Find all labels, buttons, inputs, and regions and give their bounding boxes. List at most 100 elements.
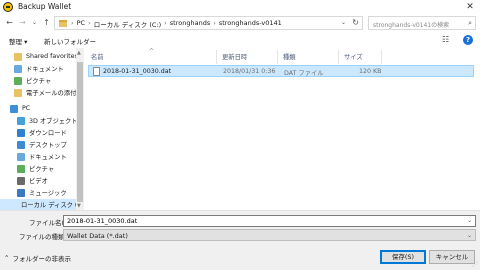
column-header-size[interactable]: サイズ <box>344 52 363 61</box>
file-date: 2018/01/31 0:36 <box>223 68 276 75</box>
column-header-date[interactable]: 更新日時 <box>222 52 247 61</box>
nav-item-pictures[interactable]: ピクチャ <box>14 75 51 86</box>
app-icon <box>3 2 13 12</box>
file-type: DAT ファイル <box>284 70 324 77</box>
videos-icon <box>17 176 25 185</box>
pictures-icon <box>17 164 25 173</box>
search-placeholder: stronghands-v0141の検索 <box>373 22 450 29</box>
nav-item-mail-attachments[interactable]: 電子メールの添付 <box>14 87 76 98</box>
music-icon <box>17 188 25 197</box>
back-arrow-icon[interactable]: ← <box>4 17 15 29</box>
recent-locations-icon[interactable]: ⌄ <box>29 17 40 29</box>
forward-arrow-icon[interactable]: → <box>17 17 28 29</box>
documents-icon <box>14 64 22 73</box>
filetype-value: Wallet Data (*.dat) <box>67 232 128 240</box>
breadcrumb-local-disk[interactable]: ローカル ディスク (C:) <box>94 19 161 29</box>
nav-item-label: ダウンロード <box>29 130 67 137</box>
nav-item-label: デスクトップ <box>29 142 67 149</box>
breadcrumb-stronghands[interactable]: stronghands <box>170 19 210 29</box>
breadcrumb: › PC › ローカル ディスク (C:) › stronghands › st… <box>71 19 282 29</box>
pictures-icon <box>14 76 22 85</box>
view-options-icon[interactable]: ☷ <box>442 35 449 44</box>
nav-item-local-disk[interactable]: ローカル ディスク (C <box>0 199 82 210</box>
desktop-icon <box>17 140 25 149</box>
nav-item-label: ドキュメント <box>29 154 67 161</box>
breadcrumb-pc[interactable]: PC <box>77 19 85 29</box>
nav-scrollbar-thumb[interactable] <box>77 62 83 202</box>
new-folder-button[interactable]: 新しいフォルダー <box>44 36 96 46</box>
file-icon <box>93 67 100 76</box>
downloads-icon <box>17 128 25 137</box>
hide-folders-label: フォルダーの非表示 <box>12 255 71 263</box>
nav-item-desktop[interactable]: デスクトップ <box>17 139 67 150</box>
3d-objects-icon <box>17 116 25 125</box>
column-divider[interactable] <box>277 50 278 64</box>
sort-ascending-icon: ^ <box>149 48 155 55</box>
chevron-up-icon: ⌃ <box>4 254 10 262</box>
filename-input[interactable] <box>63 215 476 227</box>
breadcrumb-separator: › <box>164 19 167 27</box>
nav-item-label: PC <box>22 105 31 112</box>
nav-item-documents[interactable]: ドキュメント <box>14 63 64 74</box>
mail-attachment-icon <box>14 88 22 97</box>
file-name: 2018-01-31_0030.dat <box>103 68 172 75</box>
nav-item-videos[interactable]: ビデオ <box>17 175 48 186</box>
search-icon: ⌕ <box>468 19 472 27</box>
address-box[interactable]: › PC › ローカル ディスク (C:) › stronghands › st… <box>54 16 363 30</box>
title-bar: Backup Wallet ✕ <box>0 0 480 14</box>
nav-item-label: ローカル ディスク (C <box>21 202 82 209</box>
breadcrumb-separator: › <box>213 19 216 27</box>
column-divider[interactable] <box>338 50 339 64</box>
folder-icon <box>59 20 67 27</box>
up-arrow-icon[interactable]: ↑ <box>41 17 52 29</box>
breadcrumb-separator: › <box>88 19 91 27</box>
column-header-type[interactable]: 種類 <box>283 52 296 61</box>
nav-item-label: ビデオ <box>29 178 48 185</box>
navigation-pane: Shared favorites ドキュメント ピクチャ 電子メールの添付 PC… <box>0 48 84 210</box>
pc-icon <box>10 104 18 113</box>
nav-item-label: ピクチャ <box>29 166 55 173</box>
nav-item-3d-objects[interactable]: 3D オブジェクト <box>17 115 78 126</box>
scroll-down-icon[interactable]: ▼ <box>77 203 81 209</box>
nav-item-label: 3D オブジェクト <box>29 118 78 125</box>
nav-item-downloads[interactable]: ダウンロード <box>17 127 67 138</box>
save-form: ファイル名(N): ⌄ ファイルの種類(T): Wallet Data (*.d… <box>0 210 480 270</box>
column-header-name[interactable]: 名前 <box>91 52 104 61</box>
file-list-pane: 名前 ^ 更新日時 種類 サイズ 2018-01-31_0030.dat 201… <box>85 48 480 210</box>
nav-item-documents-pc[interactable]: ドキュメント <box>17 151 67 162</box>
documents-icon <box>17 152 25 161</box>
organize-button[interactable]: 整理 ▾ <box>9 36 27 46</box>
nav-item-label: 電子メールの添付 <box>26 90 77 97</box>
window-title: Backup Wallet <box>18 2 72 11</box>
help-icon[interactable]: ? <box>463 35 473 45</box>
hide-folders-toggle[interactable]: ⌃ フォルダーの非表示 <box>4 253 71 263</box>
cancel-button[interactable]: キャンセル <box>429 250 475 264</box>
filetype-select[interactable]: Wallet Data (*.dat) ⌄ <box>63 229 476 241</box>
nav-item-label: ピクチャ <box>26 78 52 85</box>
file-size: 120 KB <box>359 68 382 75</box>
save-button[interactable]: 保存(S) <box>380 250 426 264</box>
close-button[interactable]: ✕ <box>460 0 480 14</box>
breadcrumb-stronghands-v0141[interactable]: stronghands-v0141 <box>219 19 282 29</box>
nav-item-music[interactable]: ミュージック <box>17 187 67 198</box>
nav-scrollbar[interactable]: ▲ ▼ <box>76 48 84 210</box>
chevron-down-icon[interactable]: ⌄ <box>341 19 346 26</box>
nav-item-label: ミュージック <box>29 190 67 197</box>
nav-item-label: Shared favorites <box>26 53 78 60</box>
chevron-down-icon: ⌄ <box>466 232 472 239</box>
search-input[interactable]: stronghands-v0141の検索 ⌕ <box>368 16 476 30</box>
scroll-up-icon[interactable]: ▲ <box>77 50 81 56</box>
breadcrumb-separator: › <box>71 19 74 27</box>
chevron-down-icon[interactable]: ⌄ <box>467 217 472 224</box>
nav-item-pc[interactable]: PC <box>10 103 30 114</box>
nav-item-shared-favorites[interactable]: Shared favorites <box>14 51 78 62</box>
address-bar-row: ← → ⌄ ↑ › PC › ローカル ディスク (C:) › strongha… <box>0 15 480 31</box>
nav-item-label: ドキュメント <box>26 66 64 73</box>
resize-grip-icon[interactable]: ⋰ <box>472 261 478 268</box>
nav-item-pictures-pc[interactable]: ピクチャ <box>17 163 54 174</box>
file-row[interactable]: 2018-01-31_0030.dat 2018/01/31 0:36 DAT … <box>88 65 474 77</box>
column-divider[interactable] <box>216 50 217 64</box>
folder-icon <box>14 52 22 61</box>
refresh-icon[interactable]: ↻ <box>352 18 359 27</box>
column-divider[interactable] <box>381 50 382 64</box>
